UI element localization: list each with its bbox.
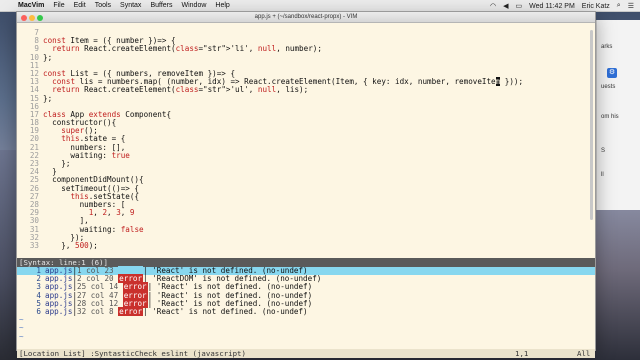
code-line[interactable]: 9 return React.createElement(class="str"…	[17, 45, 595, 53]
window-titlebar[interactable]: app.js + (~/sandbox/react-propx) - VIM	[17, 12, 595, 23]
line-number: 33	[29, 240, 39, 250]
code-text: }));	[500, 77, 524, 87]
code-line[interactable]: 33 }, 500);	[17, 240, 595, 250]
clock[interactable]: Wed 11:42 PM	[529, 3, 575, 10]
volume-icon[interactable]: ◀	[503, 2, 508, 10]
background-window-text: ll	[601, 172, 604, 178]
code-line[interactable]: 14 return React.createElement(class="str…	[17, 86, 595, 94]
code-text: };	[43, 52, 53, 62]
code-editor[interactable]: 7 8 const Item = ({ number })=> {9 return …	[17, 28, 595, 258]
gear-icon[interactable]: ⚙	[607, 68, 617, 78]
background-window-text: uests	[601, 84, 616, 90]
code-text: };	[43, 93, 53, 103]
code-line[interactable]: 15};	[17, 93, 595, 103]
location-list-item[interactable]: 6 app.js|32 col 8 error| 'React' is not d…	[17, 306, 595, 316]
empty-line-marker: ~	[19, 315, 24, 325]
macvim-window: app.js + (~/sandbox/react-propx) - VIM 7…	[16, 11, 596, 358]
background-window[interactable]: arks ⚙ uests om his S ll	[596, 20, 640, 210]
background-window-text: om his	[601, 114, 619, 120]
scroll-percent: All	[577, 349, 591, 358]
close-window-icon[interactable]	[21, 15, 27, 21]
zoom-window-icon[interactable]	[37, 15, 43, 21]
error-badge: error	[118, 306, 144, 316]
separator: |	[143, 306, 153, 316]
location-position: 32 col 8	[77, 306, 119, 316]
code-line[interactable]: 31 waiting: false	[17, 225, 595, 234]
code-line[interactable]: 22 waiting: true	[17, 151, 595, 160]
location-file: app.js	[45, 306, 73, 316]
background-window-text: S	[601, 148, 606, 154]
command-line[interactable]: [Location List] :SyntasticCheck eslint (…	[17, 349, 595, 358]
code-line[interactable]: 10};	[17, 52, 595, 62]
line-number: 7	[34, 28, 39, 37]
menu-tools[interactable]: Tools	[95, 2, 111, 9]
code-line[interactable]: 18 constructor(){	[17, 118, 595, 127]
menu-app-name[interactable]: MacVim	[18, 2, 44, 9]
menu-list-icon[interactable]: ☰	[628, 2, 634, 10]
wifi-icon[interactable]: ◠	[490, 2, 496, 10]
user-name[interactable]: Eric Katz	[582, 3, 610, 10]
code-text: return React.createElement(class="str">'…	[52, 85, 309, 95]
window-title: app.js + (~/sandbox/react-propx) - VIM	[254, 14, 358, 20]
minimize-window-icon[interactable]	[29, 15, 35, 21]
menu-file[interactable]: File	[53, 2, 64, 9]
menu-syntax[interactable]: Syntax	[120, 2, 141, 9]
cursor-position: 1,1	[515, 349, 529, 358]
code-text: return React.createElement(class="str">'…	[52, 44, 322, 54]
command-line-text: [Location List] :SyntasticCheck eslint (…	[19, 349, 246, 358]
battery-icon[interactable]: ▭	[516, 2, 523, 10]
code-text: }, 500);	[43, 240, 98, 250]
code-line[interactable]: 23 };	[17, 159, 595, 168]
code-line[interactable]: 32 });	[17, 233, 595, 242]
empty-line-marker: ~	[19, 323, 24, 333]
search-icon[interactable]: ⌕	[617, 2, 621, 10]
editor-scrollbar[interactable]	[590, 30, 593, 220]
menu-window[interactable]: Window	[182, 2, 207, 9]
empty-line-marker: ~	[19, 331, 24, 341]
menu-buffers[interactable]: Buffers	[150, 2, 172, 9]
line-number: 8	[34, 36, 39, 46]
menu-help[interactable]: Help	[215, 2, 229, 9]
location-list[interactable]: 1 app.js|1 col 23 error| 'React' is not d…	[17, 266, 595, 340]
background-window-text: arks	[601, 44, 613, 50]
code-line[interactable]: 29 1, 2, 3, 9	[17, 208, 595, 217]
error-message: 'React' is not defined. (no-undef)	[152, 306, 308, 316]
menu-edit[interactable]: Edit	[74, 2, 86, 9]
